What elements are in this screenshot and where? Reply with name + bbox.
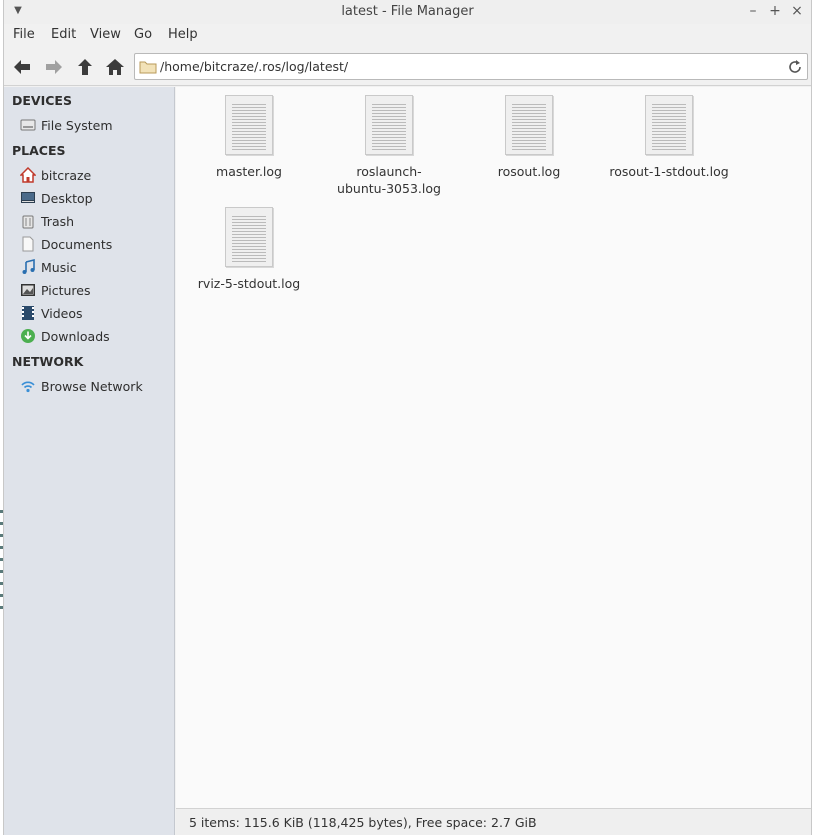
trash-icon [22, 215, 34, 229]
file-view: master.log roslaunch-ubuntu-3053.log ros… [176, 87, 811, 808]
file-name: roslaunch-ubuntu-3053.log [337, 164, 441, 196]
sidebar-item-desktop[interactable]: Desktop [20, 189, 170, 209]
window-title: latest - File Manager [341, 4, 474, 19]
location-bar[interactable]: /home/bitcraze/.ros/log/latest/ [134, 53, 808, 80]
menu-view[interactable]: View [90, 27, 121, 42]
sidebar-item-label: Music [41, 260, 77, 275]
forward-arrow-icon [46, 60, 62, 74]
sidebar-item-label: Pictures [41, 283, 91, 298]
sidebar-item-label: Desktop [41, 191, 93, 206]
file-manager-window: ▼ latest - File Manager – + × File Edit … [3, 0, 812, 835]
file-name: rosout.log [497, 164, 561, 179]
status-text: 5 items: 115.6 KiB (118,425 bytes), Free… [189, 815, 537, 830]
file-item-rosout-1-stdout-log[interactable]: rosout-1-stdout.log [599, 87, 739, 197]
sidebar-item-label: Browse Network [41, 379, 143, 394]
close-icon[interactable]: × [789, 3, 805, 19]
forward-button[interactable] [43, 56, 67, 78]
sidebar-item-label: Trash [41, 214, 75, 229]
file-name: rosout-1-stdout.log [609, 164, 729, 179]
file-item-roslaunch-log[interactable]: roslaunch-ubuntu-3053.log [319, 87, 459, 197]
desktop-icon [21, 192, 35, 203]
title-bar: ▼ latest - File Manager – + × [4, 0, 811, 24]
sidebar-item-label: Videos [41, 306, 83, 321]
text-file-icon [365, 95, 413, 155]
text-file-icon [505, 95, 553, 155]
sidebar-item-label: Documents [41, 237, 113, 252]
home-icon [106, 59, 124, 75]
menu-file[interactable]: File [13, 27, 35, 42]
sidebar-item-documents[interactable]: Documents [20, 235, 170, 255]
folder-icon [139, 61, 157, 74]
location-path: /home/bitcraze/.ros/log/latest/ [160, 59, 349, 74]
menu-go[interactable]: Go [134, 27, 152, 42]
file-item-rviz-5-stdout-log[interactable]: rviz-5-stdout.log [179, 199, 319, 309]
sidebar-header-network: NETWORK [12, 354, 84, 369]
music-icon [22, 259, 35, 274]
file-name: rviz-5-stdout.log [197, 276, 301, 291]
sidebar-header-devices: DEVICES [12, 93, 72, 108]
status-bar: 5 items: 115.6 KiB (118,425 bytes), Free… [176, 808, 811, 835]
text-file-icon [645, 95, 693, 155]
sidebar-item-pictures[interactable]: Pictures [20, 281, 170, 301]
sidebar-item-bitcraze[interactable]: bitcraze [20, 166, 170, 186]
pictures-icon [21, 284, 35, 296]
back-button[interactable] [11, 56, 35, 78]
text-file-icon [225, 95, 273, 155]
sidebar-header-places: PLACES [12, 143, 66, 158]
sidebar-item-label: Downloads [41, 329, 110, 344]
sidebar-item-trash[interactable]: Trash [20, 212, 170, 232]
menu-edit[interactable]: Edit [51, 27, 76, 42]
reload-icon[interactable] [786, 58, 804, 76]
file-item-rosout-log[interactable]: rosout.log [459, 87, 599, 197]
sidebar-item-videos[interactable]: Videos [20, 304, 170, 324]
home-button[interactable] [104, 56, 128, 78]
menu-bar: File Edit View Go Help [4, 24, 811, 46]
text-file-icon [225, 207, 273, 267]
back-arrow-icon [14, 60, 30, 74]
sidebar-item-file-system[interactable]: File System [20, 116, 170, 136]
up-arrow-icon [78, 59, 92, 75]
drive-icon [20, 119, 36, 131]
sidebar-item-label: bitcraze [41, 168, 92, 183]
menu-help[interactable]: Help [168, 27, 198, 42]
documents-icon [22, 236, 34, 252]
downloads-icon [21, 329, 35, 343]
videos-icon [22, 306, 34, 320]
maximize-icon[interactable]: + [767, 3, 783, 19]
sidebar-item-downloads[interactable]: Downloads [20, 327, 170, 347]
file-name: master.log [216, 164, 282, 179]
sidebar-item-music[interactable]: Music [20, 258, 170, 278]
home-icon [20, 167, 36, 183]
up-button[interactable] [74, 56, 98, 78]
sidebar-item-browse-network[interactable]: Browse Network [20, 377, 170, 397]
sidebar: DEVICES File System PLACES bitcraze Desk… [4, 87, 175, 835]
file-item-master-log[interactable]: master.log [179, 87, 319, 197]
network-icon [21, 381, 35, 393]
toolbar: /home/bitcraze/.ros/log/latest/ [4, 48, 811, 86]
minimize-icon[interactable]: – [745, 3, 761, 19]
sidebar-item-label: File System [41, 118, 113, 133]
